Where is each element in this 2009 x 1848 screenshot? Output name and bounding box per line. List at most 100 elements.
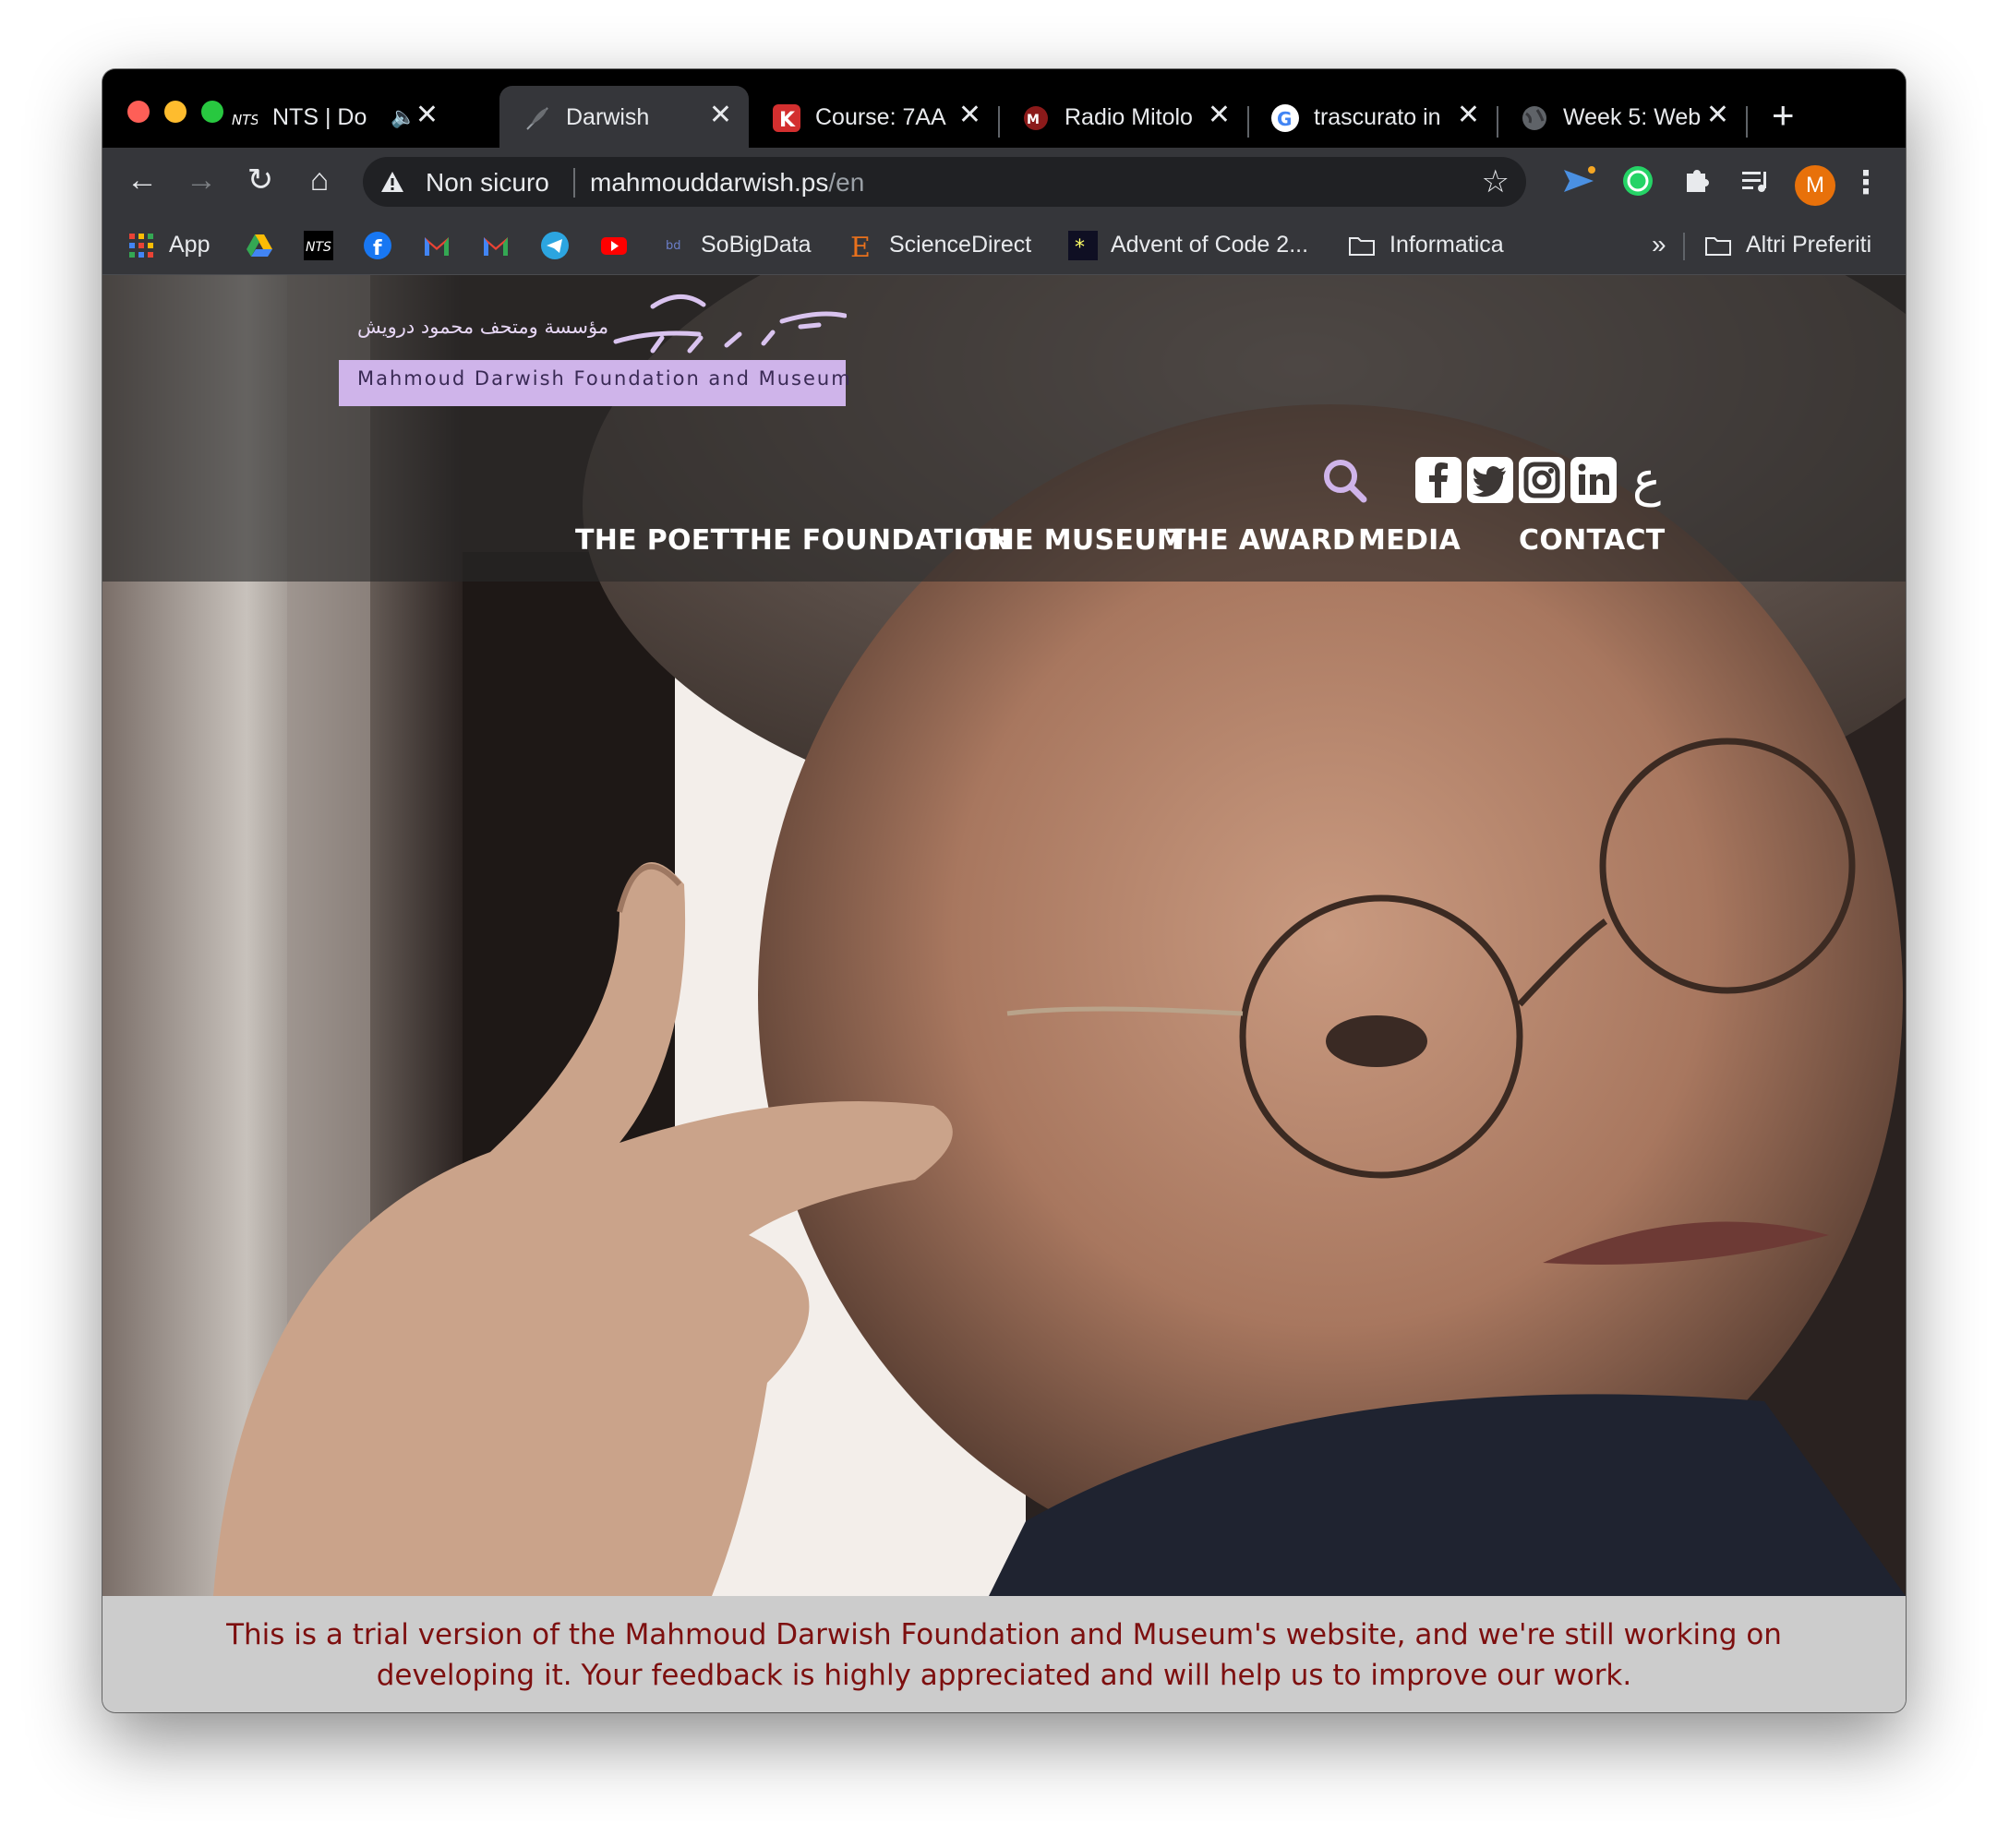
bookmark-label: Informatica [1389,232,1504,258]
instagram-icon[interactable] [1519,457,1565,503]
back-button[interactable]: ← [121,159,163,201]
whatsapp-icon[interactable] [1618,161,1658,201]
tab-title: NTS | Do [272,104,367,130]
close-tab-icon[interactable]: ✕ [709,102,732,129]
bookmark-sciencedirect[interactable]: E ScienceDirect [847,226,1032,264]
tab-week5[interactable]: Week 5: Web ✕ [1497,86,1746,148]
bookmark-star-icon[interactable]: ☆ [1482,163,1510,200]
trial-notice-text: This is a trial version of the Mahmoud D… [226,1618,1782,1692]
bookmark-folder-informatica[interactable]: Informatica [1347,226,1504,263]
nav-the-poet[interactable]: THE POET [575,524,729,557]
telegram-icon [540,231,570,260]
bookmark-facebook[interactable]: f [363,226,405,263]
tab-title: trascurato in [1314,104,1441,130]
close-window-button[interactable] [127,101,150,123]
address-bar[interactable]: Non sicuro mahmouddarwish.ps/en ☆ [363,157,1526,207]
nav-the-foundation[interactable]: THE FOUNDATION [730,524,1011,557]
search-icon[interactable] [1319,455,1371,507]
site-header: مؤسسة ومتحف محمود درويش Mahmoud Darwish … [102,275,1906,582]
trial-notice-banner: This is a trial version of the Mahmoud D… [102,1596,1906,1712]
bookmark-gmail-2[interactable] [481,226,523,263]
bookmark-telegram[interactable] [540,226,583,263]
nav-the-award[interactable]: THE AWARD [1167,524,1355,557]
bookmark-app[interactable]: App [126,226,210,263]
svg-text:*: * [1075,236,1085,259]
tab-title: Week 5: Web [1563,104,1702,130]
elsevier-icon: E [847,231,876,264]
tab-google[interactable]: G trascurato in ✕ [1247,86,1497,148]
bookmark-label: ScienceDirect [889,232,1032,258]
feather-icon [523,104,551,132]
bookmark-sobigdata[interactable]: bd SoBigData [658,226,812,263]
nav-the-museum[interactable]: THE MUSEUM [972,524,1185,557]
linkedin-icon[interactable] [1570,457,1617,503]
svg-text:NTS: NTS [306,240,331,255]
security-label[interactable]: Non sicuro [426,168,549,198]
apps-grid-icon [126,231,156,260]
bookmark-label: Altri Preferiti [1746,232,1872,258]
bookmark-advent-of-code[interactable]: * Advent of Code 2... [1068,226,1308,263]
sobigdata-icon: bd [658,231,688,261]
facebook-icon[interactable] [1415,457,1462,503]
minimize-window-button[interactable] [164,101,186,123]
url-path: /en [828,168,865,197]
language-toggle-arabic[interactable]: ع [1632,452,1661,508]
nav-contact[interactable]: CONTACT [1519,524,1666,557]
bookmarks-bar: App NTS f bd SoBigData E ScienceDirect *… [102,214,1906,275]
main-nav: THE POET THE FOUNDATION THE MUSEUM THE A… [102,524,1906,567]
close-tab-icon[interactable]: ✕ [1706,102,1729,129]
star-icon: * [1068,231,1098,261]
facebook-icon: f [363,231,392,260]
k-icon: K [773,104,800,132]
tab-nts[interactable]: NTS NTS | Do 🔈 ✕ [206,86,455,148]
tab-strip: NTS NTS | Do 🔈 ✕ Darwish ✕ K Course: 7AA… [102,69,1906,148]
nts-icon: NTS [304,231,333,261]
bookmark-nts[interactable]: NTS [304,226,346,263]
home-button[interactable]: ⌂ [298,159,341,201]
bookmark-gmail-1[interactable] [422,226,464,263]
send-extension-icon[interactable] [1558,161,1599,201]
svg-text:M: M [1027,113,1040,127]
twitter-icon[interactable] [1467,457,1513,503]
media-queue-icon[interactable] [1735,161,1775,201]
tab-title: Course: 7AA [815,104,946,130]
radio-icon: M [1022,104,1050,132]
tab-course[interactable]: K Course: 7AA ✕ [749,86,998,148]
warning-icon[interactable] [379,169,405,199]
close-tab-icon[interactable]: ✕ [415,102,439,129]
browser-menu-icon[interactable]: ⋮ [1850,161,1882,205]
new-tab-button[interactable]: + [1772,93,1795,138]
bookmark-label: SoBigData [701,232,812,258]
browser-toolbar: ← → ↻ ⌂ Non sicuro mahmouddarwish.ps/en … [102,148,1906,214]
speaker-icon[interactable]: 🔈 [391,105,415,129]
bookmark-folder-other[interactable]: Altri Preferiti [1703,226,1871,263]
nts-icon: NTS [230,104,258,132]
folder-icon [1703,231,1733,260]
bookmark-youtube[interactable] [599,226,642,263]
tab-radio[interactable]: M Radio Mitolo ✕ [998,86,1247,148]
svg-text:G: G [1277,108,1292,130]
nav-media[interactable]: MEDIA [1358,524,1461,557]
svg-text:E: E [850,232,871,260]
svg-text:NTS: NTS [232,112,258,128]
bookmark-label: App [169,232,211,258]
url-host: mahmouddarwish.ps [590,168,829,197]
forward-button[interactable]: → [180,159,223,201]
profile-avatar[interactable]: M [1795,165,1835,206]
url-text[interactable]: mahmouddarwish.ps/en [590,168,864,198]
google-drive-icon [245,231,274,260]
web-page: مؤسسة ومتحف محمود درويش Mahmoud Darwish … [102,275,1906,1712]
bookmark-drive[interactable] [245,226,287,263]
gmail-icon [481,231,511,260]
extensions-puzzle-icon[interactable] [1676,161,1716,201]
close-tab-icon[interactable]: ✕ [1457,102,1480,129]
browser-window: NTS NTS | Do 🔈 ✕ Darwish ✕ K Course: 7AA… [102,69,1906,1712]
logo-arabic-text: مؤسسة ومتحف محمود درويش [357,316,609,338]
svg-text:f: f [373,237,382,260]
reload-button[interactable]: ↻ [239,159,282,201]
svg-text:K: K [779,109,796,132]
tab-darwish[interactable]: Darwish ✕ [499,86,749,148]
close-tab-icon[interactable]: ✕ [958,102,981,129]
bookmarks-overflow-button[interactable]: » [1652,230,1666,259]
close-tab-icon[interactable]: ✕ [1208,102,1231,129]
